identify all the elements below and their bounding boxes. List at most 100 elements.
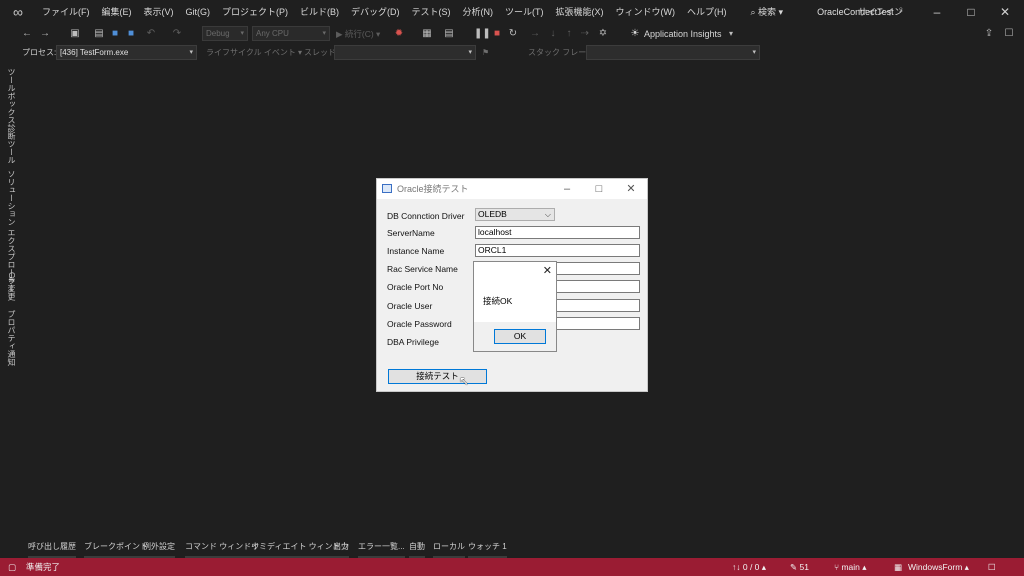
search-button[interactable]: ⌕ 検索 ▾: [743, 0, 792, 24]
db-driver-value: OLEDB: [478, 209, 507, 219]
side-tab-toolbox[interactable]: ツールボックス: [6, 68, 17, 124]
stack-frame-select[interactable]: ▾: [586, 45, 760, 60]
form-close-button[interactable]: ✕: [615, 179, 647, 199]
standard-toolbar: ← → ▣ ▤ ■ ■ ↶ ↷ Debug ▾ Any CPU ▾ ▶ 続行(C) …: [0, 24, 1024, 44]
message-box-text: 接続OK: [483, 296, 513, 306]
label-rac-service-name: Rac Service Name: [387, 264, 458, 274]
message-box-footer: OK: [474, 322, 556, 351]
form-app-icon: [382, 184, 392, 193]
label-oracle-user: Oracle User: [387, 301, 433, 311]
open-folder-icon[interactable]: ▤: [92, 26, 106, 42]
side-tab-git-changes[interactable]: Git 変更: [6, 272, 17, 300]
instance-name-input[interactable]: ORCL1: [475, 244, 640, 257]
application-insights-button[interactable]: Application Insights: [644, 26, 722, 42]
edits-indicator[interactable]: ✎ 51: [790, 558, 809, 576]
form-maximize-button[interactable]: □: [583, 179, 615, 199]
platform-select[interactable]: Any CPU ▾: [252, 26, 330, 41]
status-ready-text: 準備完了: [26, 562, 61, 572]
save-icon[interactable]: ■: [108, 26, 122, 42]
tab-autos[interactable]: 自動: [409, 538, 425, 558]
menu-analyze[interactable]: 分析(N): [457, 0, 500, 24]
menu-project[interactable]: プロジェクト(P): [216, 0, 294, 24]
project-selector[interactable]: WindowsForm ▴: [908, 558, 969, 576]
tab-watch-1[interactable]: ウォッチ 1: [468, 538, 507, 558]
account-icon[interactable]: ♀: [897, 5, 905, 16]
continue-button[interactable]: ▶ 続行(C) ▾: [336, 26, 388, 42]
configuration-value: Debug: [206, 29, 230, 38]
chevron-down-icon[interactable]: ▾: [726, 26, 736, 42]
menu-window[interactable]: ウィンドウ(W): [610, 0, 682, 24]
step-into-icon[interactable]: ↓: [546, 26, 560, 42]
tab-command-window[interactable]: コマンド ウィンドウ: [185, 538, 260, 558]
maximize-button[interactable]: □: [954, 0, 988, 24]
menu-build[interactable]: ビルド(B): [294, 0, 345, 24]
side-tab-properties[interactable]: プロパティ: [6, 310, 17, 350]
menu-test[interactable]: テスト(S): [406, 0, 457, 24]
form-titlebar[interactable]: Oracle接続テスト – □ ✕: [377, 179, 647, 199]
bottom-tool-tabs: 呼び出し履歴 ブレークポイント 例外設定 コマンド ウィンドウ イミディエイト …: [0, 538, 1024, 558]
menu-git[interactable]: Git(G): [180, 0, 217, 24]
menu-help[interactable]: ヘルプ(H): [681, 0, 733, 24]
label-oracle-password: Oracle Password: [387, 319, 452, 329]
feedback-icon[interactable]: ☐: [1002, 26, 1016, 42]
form-minimize-button[interactable]: –: [551, 179, 583, 199]
menu-tools[interactable]: ツール(T): [499, 0, 550, 24]
branch-selector[interactable]: ⑂ main ▴: [834, 558, 867, 576]
restart-icon[interactable]: ↻: [506, 26, 520, 42]
process-select[interactable]: [436] TestForm.exe ▾: [56, 45, 197, 60]
line-changes-indicator[interactable]: ↑↓ 0 / 0 ▴: [732, 558, 766, 576]
step-out-icon[interactable]: ↑: [562, 26, 576, 42]
hot-reload-icon[interactable]: ✹: [392, 26, 406, 42]
layout-icon[interactable]: ▤: [442, 26, 456, 42]
profiler-icon[interactable]: ✡: [596, 26, 610, 42]
undo-icon[interactable]: ↶: [144, 26, 158, 42]
minimize-button[interactable]: –: [920, 0, 954, 24]
message-box: ✕ 接続OK OK: [473, 261, 557, 352]
label-dba-privilege: DBA Privilege: [387, 337, 439, 347]
menu-extensions[interactable]: 拡張機能(X): [550, 0, 610, 24]
tab-output[interactable]: 出力: [333, 538, 349, 558]
visual-studio-logo-icon[interactable]: ∞: [0, 0, 36, 24]
diagnostics-icon[interactable]: ▦: [420, 26, 434, 42]
tab-breakpoints[interactable]: ブレークポイント: [84, 538, 148, 558]
form-title: Oracle接続テスト: [397, 184, 469, 194]
tab-error-list[interactable]: エラー一覧...: [358, 538, 405, 558]
redo-icon[interactable]: ↷: [170, 26, 184, 42]
windows-icon: ▦: [894, 562, 903, 572]
debug-location-bar: プロセス: [436] TestForm.exe ▾ ライフサイクル イベント ▾…: [0, 44, 1024, 61]
db-driver-select[interactable]: OLEDB ⌵: [475, 208, 555, 221]
menu-edit[interactable]: 編集(E): [96, 0, 138, 24]
configuration-select[interactable]: Debug ▾: [202, 26, 248, 41]
connect-test-button[interactable]: 接続テスト: [388, 369, 487, 384]
save-all-icon[interactable]: ■: [124, 26, 138, 42]
tab-locals[interactable]: ローカル: [433, 538, 465, 558]
step-icon[interactable]: ⇢: [578, 26, 592, 42]
thread-select[interactable]: ▾: [334, 45, 476, 60]
side-tool-tabs: ツールボックス 診断ツール ソリューション エクスプローラー Git 変更 プロ…: [0, 62, 24, 532]
close-button[interactable]: ✕: [988, 0, 1022, 24]
menu-view[interactable]: 表示(V): [138, 0, 180, 24]
label-server-name: ServerName: [387, 228, 435, 238]
share-icon[interactable]: ⇪: [982, 26, 996, 42]
flag-icon[interactable]: ⚑: [482, 44, 489, 61]
menu-file[interactable]: ファイル(F): [36, 0, 96, 24]
process-value: [436] TestForm.exe: [60, 48, 129, 57]
side-tab-diagnostics[interactable]: 診断ツール: [6, 124, 17, 164]
back-icon[interactable]: ←: [20, 26, 34, 42]
server-name-input[interactable]: localhost: [475, 226, 640, 239]
forward-icon[interactable]: →: [38, 26, 52, 42]
ok-button[interactable]: OK: [494, 329, 546, 344]
stop-icon[interactable]: ■: [490, 26, 504, 42]
menu-debug[interactable]: デバッグ(D): [345, 0, 406, 24]
notifications-bell-icon[interactable]: ☐: [988, 558, 996, 576]
lifecycle-events-button[interactable]: ライフサイクル イベント ▾: [206, 44, 302, 61]
step-over-icon[interactable]: →: [528, 26, 542, 42]
pause-icon[interactable]: ❚❚: [474, 26, 491, 42]
mouse-cursor-icon: ↖: [459, 374, 470, 388]
lightbulb-icon[interactable]: ☀: [628, 26, 642, 42]
new-project-icon[interactable]: ▣: [68, 26, 82, 42]
side-tab-notifications[interactable]: 通知: [6, 350, 17, 366]
tab-exception-settings[interactable]: 例外設定: [143, 538, 175, 558]
tab-call-stack[interactable]: 呼び出し履歴: [28, 538, 76, 558]
message-box-close-icon[interactable]: ✕: [543, 264, 552, 277]
